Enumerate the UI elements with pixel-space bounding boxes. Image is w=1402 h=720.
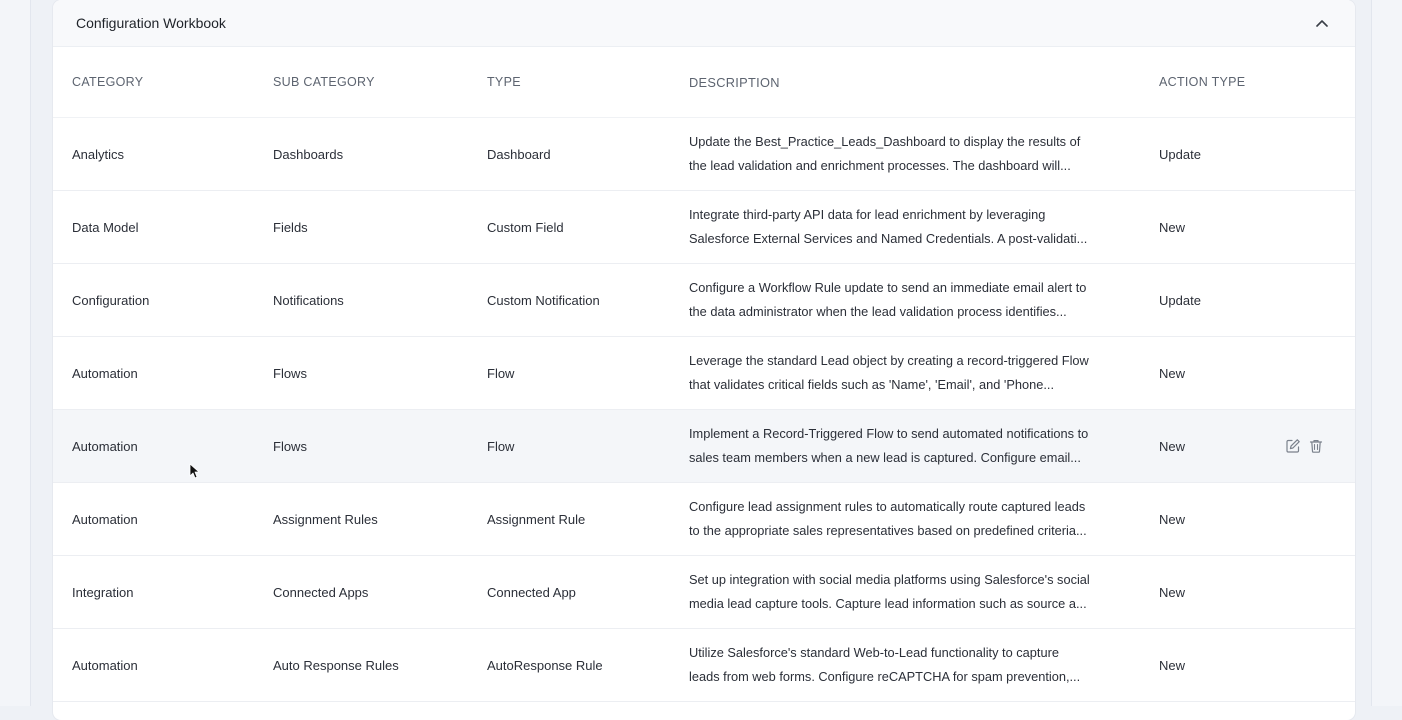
column-header-description[interactable]: DESCRIPTION (689, 75, 1135, 90)
cell-action-type: New (1159, 657, 1186, 673)
cell-sub-category: Fields (273, 219, 308, 235)
edit-button[interactable] (1284, 438, 1301, 455)
cell-sub-category: Assignment Rules (273, 511, 378, 527)
description-line: Leverage the standard Lead object by cre… (689, 353, 1089, 368)
table-row-hovered[interactable]: Automation Flows Flow Implement a Record… (53, 410, 1355, 483)
description-line: that validates critical fields such as '… (689, 377, 1055, 392)
cell-type: Flow (487, 365, 515, 381)
description-line: Configure a Workflow Rule update to send… (689, 280, 1087, 295)
description-line: to the appropriate sales representatives… (689, 523, 1087, 538)
delete-button[interactable] (1307, 438, 1324, 455)
chevron-up-icon (1316, 20, 1328, 27)
table-row[interactable]: Automation Assignment Rules Assignment R… (53, 483, 1355, 556)
cell-type: Flow (487, 438, 515, 454)
cell-type: Dashboard (487, 146, 551, 162)
cell-category: Automation (72, 657, 138, 673)
cell-action-type: Update (1159, 146, 1201, 162)
cell-category: Analytics (72, 146, 125, 162)
workbook-table: CATEGORY SUB CATEGORY TYPE DESCRIPTION A… (53, 47, 1355, 702)
column-header-type[interactable]: TYPE (487, 75, 677, 89)
description-line: Integrate third-party API data for lead … (689, 207, 1046, 222)
cell-description: Configure a Workflow Rule update to send… (689, 276, 1135, 324)
cell-description: Integrate third-party API data for lead … (689, 203, 1135, 251)
cell-category: Integration (72, 584, 134, 600)
cell-action-type: New (1159, 365, 1186, 381)
configuration-workbook-card: Configuration Workbook CATEGORY SUB CATE… (53, 0, 1355, 720)
card-title: Configuration Workbook (76, 15, 226, 31)
description-line: media lead capture tools. Capture lead i… (689, 596, 1087, 611)
card-header[interactable]: Configuration Workbook (53, 0, 1355, 47)
cell-type: Custom Field (487, 219, 564, 235)
cell-action-type: New (1159, 511, 1186, 527)
cell-category: Automation (72, 365, 138, 381)
description-line: Salesforce External Services and Named C… (689, 231, 1088, 246)
cell-sub-category: Flows (273, 438, 307, 454)
cell-type: AutoResponse Rule (487, 657, 603, 673)
right-scrollbar-track[interactable] (1371, 0, 1402, 706)
column-header-action-type[interactable]: ACTION TYPE (1159, 75, 1269, 89)
collapse-button[interactable] (1311, 12, 1333, 34)
cell-category: Configuration (72, 292, 150, 308)
cell-category: Automation (72, 511, 138, 527)
cell-description: Utilize Salesforce's standard Web-to-Lea… (689, 641, 1135, 689)
description-line: leads from web forms. Configure reCAPTCH… (689, 669, 1081, 684)
cell-action-type: New (1159, 584, 1186, 600)
cell-description: Configure lead assignment rules to autom… (689, 495, 1135, 543)
cell-description: Set up integration with social media pla… (689, 568, 1135, 616)
cell-description: Update the Best_Practice_Leads_Dashboard… (689, 130, 1135, 178)
description-line: Implement a Record-Triggered Flow to sen… (689, 426, 1089, 441)
table-row[interactable]: Analytics Dashboards Dashboard Update th… (53, 118, 1355, 191)
cell-sub-category: Auto Response Rules (273, 657, 399, 673)
cell-category: Data Model (72, 219, 139, 235)
description-line: Utilize Salesforce's standard Web-to-Lea… (689, 645, 1059, 660)
cell-action-type: New (1159, 219, 1186, 235)
description-line: the lead validation and enrichment proce… (689, 158, 1071, 173)
description-line: the data administrator when the lead val… (689, 304, 1067, 319)
cell-category: Automation (72, 438, 138, 454)
description-line: Configure lead assignment rules to autom… (689, 499, 1086, 514)
column-header-sub-category[interactable]: SUB CATEGORY (273, 75, 473, 89)
column-header-category[interactable]: CATEGORY (72, 75, 262, 89)
cell-sub-category: Flows (273, 365, 307, 381)
table-row[interactable]: Automation Flows Flow Leverage the stand… (53, 337, 1355, 410)
description-line: Update the Best_Practice_Leads_Dashboard… (689, 134, 1081, 149)
description-line: sales team members when a new lead is ca… (689, 450, 1081, 465)
cell-action-type: Update (1159, 292, 1201, 308)
description-line: Set up integration with social media pla… (689, 572, 1090, 587)
cell-description: Leverage the standard Lead object by cre… (689, 349, 1135, 397)
cell-type: Custom Notification (487, 292, 600, 308)
cell-sub-category: Connected Apps (273, 584, 369, 600)
table-row[interactable]: Integration Connected Apps Connected App… (53, 556, 1355, 629)
trash-icon (1309, 440, 1322, 453)
cell-sub-category: Notifications (273, 292, 344, 308)
table-header-row: CATEGORY SUB CATEGORY TYPE DESCRIPTION A… (53, 47, 1355, 118)
row-actions (1284, 438, 1324, 455)
cell-action-type: New (1159, 438, 1186, 454)
cell-type: Connected App (487, 584, 576, 600)
table-row[interactable]: Automation Auto Response Rules AutoRespo… (53, 629, 1355, 702)
left-panel-edge (0, 0, 31, 706)
cell-type: Assignment Rule (487, 511, 586, 527)
cell-sub-category: Dashboards (273, 146, 344, 162)
table-row[interactable]: Configuration Notifications Custom Notif… (53, 264, 1355, 337)
edit-icon (1285, 439, 1300, 453)
table-row[interactable]: Data Model Fields Custom Field Integrate… (53, 191, 1355, 264)
cell-description: Implement a Record-Triggered Flow to sen… (689, 422, 1135, 470)
